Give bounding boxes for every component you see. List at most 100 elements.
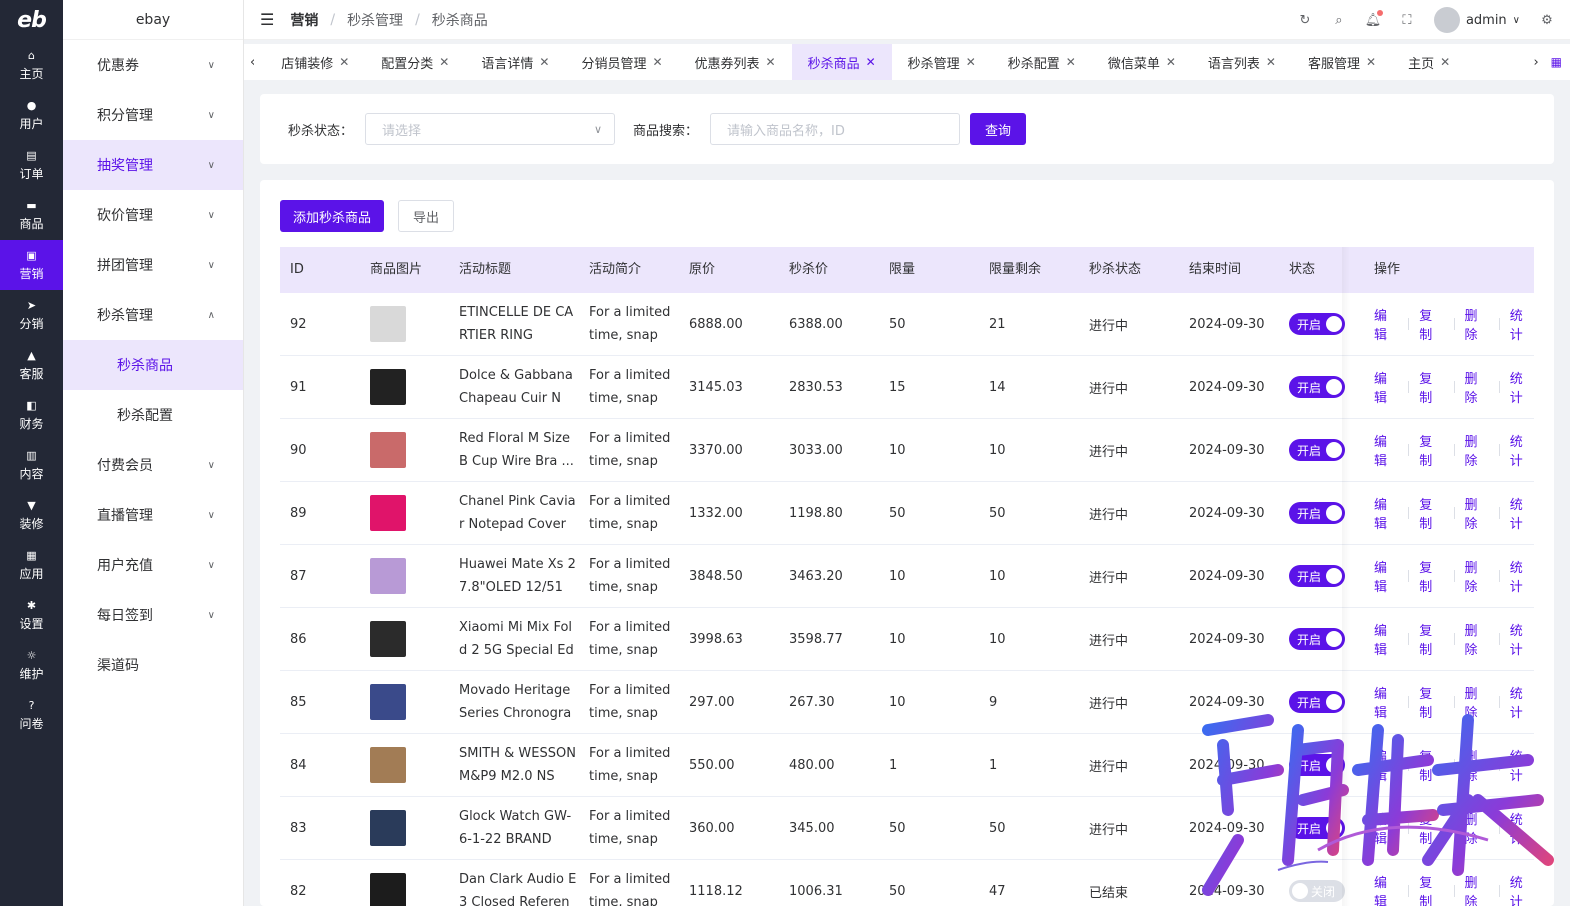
delete-link[interactable]: 删除 xyxy=(1464,494,1488,532)
stats-link[interactable]: 统计 xyxy=(1510,368,1534,406)
copy-link[interactable]: 复制 xyxy=(1419,683,1443,721)
close-icon[interactable]: ✕ xyxy=(1440,55,1450,69)
close-icon[interactable]: ✕ xyxy=(1166,55,1176,69)
rail-item-8[interactable]: ▥ 内容 xyxy=(0,440,63,490)
close-icon[interactable]: ✕ xyxy=(866,55,876,69)
export-button[interactable]: 导出 xyxy=(398,200,454,232)
rail-item-0[interactable]: ⌂ 主页 xyxy=(0,40,63,90)
sidebar-item[interactable]: 优惠券 ∨ xyxy=(63,40,243,90)
status-toggle[interactable]: 开启 xyxy=(1289,817,1345,839)
delete-link[interactable]: 删除 xyxy=(1464,368,1488,406)
status-toggle[interactable]: 开启 xyxy=(1289,313,1345,335)
status-toggle[interactable]: 开启 xyxy=(1289,691,1345,713)
stats-link[interactable]: 统计 xyxy=(1510,557,1534,595)
tab-9[interactable]: 语言列表 ✕ xyxy=(1192,44,1292,80)
sidebar-item[interactable]: 每日签到 ∨ xyxy=(63,590,243,640)
tabs-menu-icon[interactable]: ▦ xyxy=(1551,55,1570,69)
product-thumbnail[interactable] xyxy=(370,873,406,906)
status-toggle[interactable]: 开启 xyxy=(1289,376,1345,398)
rail-item-12[interactable]: ☼ 维护 xyxy=(0,640,63,690)
status-toggle[interactable]: 关闭 xyxy=(1289,880,1345,902)
stats-link[interactable]: 统计 xyxy=(1510,494,1534,532)
sidebar-item[interactable]: 直播管理 ∨ xyxy=(63,490,243,540)
edit-link[interactable]: 编辑 xyxy=(1374,557,1398,595)
tab-2[interactable]: 语言详情 ✕ xyxy=(465,44,565,80)
status-toggle[interactable]: 开启 xyxy=(1289,439,1345,461)
add-seckill-product-button[interactable]: 添加秒杀商品 xyxy=(280,200,384,232)
tab-11[interactable]: 主页 ✕ xyxy=(1392,44,1466,80)
rail-item-9[interactable]: ▼ 装修 xyxy=(0,490,63,540)
tab-8[interactable]: 微信菜单 ✕ xyxy=(1092,44,1192,80)
tab-0[interactable]: 店铺装修 ✕ xyxy=(265,44,365,80)
sidebar-item[interactable]: 积分管理 ∨ xyxy=(63,90,243,140)
stats-link[interactable]: 统计 xyxy=(1510,305,1534,343)
edit-link[interactable]: 编辑 xyxy=(1374,620,1398,658)
edit-link[interactable]: 编辑 xyxy=(1374,305,1398,343)
product-thumbnail[interactable] xyxy=(370,306,406,342)
delete-link[interactable]: 删除 xyxy=(1464,431,1488,469)
rail-item-10[interactable]: ▦ 应用 xyxy=(0,540,63,590)
close-icon[interactable]: ✕ xyxy=(1266,55,1276,69)
rail-item-6[interactable]: ▲ 客服 xyxy=(0,340,63,390)
tab-1[interactable]: 配置分类 ✕ xyxy=(365,44,465,80)
delete-link[interactable]: 删除 xyxy=(1464,683,1488,721)
close-icon[interactable]: ✕ xyxy=(339,55,349,69)
close-icon[interactable]: ✕ xyxy=(1366,55,1376,69)
product-thumbnail[interactable] xyxy=(370,747,406,783)
search-icon[interactable]: ⌕ xyxy=(1332,13,1346,28)
delete-link[interactable]: 删除 xyxy=(1464,305,1488,343)
status-select[interactable]: 请选择 ∨ xyxy=(365,113,616,145)
rail-item-13[interactable]: ? 问卷 xyxy=(0,690,63,740)
copy-link[interactable]: 复制 xyxy=(1419,494,1443,532)
copy-link[interactable]: 复制 xyxy=(1419,620,1443,658)
notification-bell-icon[interactable]: 🔔︎ xyxy=(1365,10,1383,28)
product-thumbnail[interactable] xyxy=(370,558,406,594)
product-thumbnail[interactable] xyxy=(370,810,406,846)
status-toggle[interactable]: 开启 xyxy=(1289,754,1345,776)
delete-link[interactable]: 删除 xyxy=(1464,620,1488,658)
rail-item-1[interactable]: ● 用户 xyxy=(0,90,63,140)
sidebar-subitem[interactable]: 秒杀商品 xyxy=(63,340,243,390)
close-icon[interactable]: ✕ xyxy=(966,55,976,69)
status-toggle[interactable]: 开启 xyxy=(1289,502,1345,524)
delete-link[interactable]: 删除 xyxy=(1464,746,1488,784)
edit-link[interactable]: 编辑 xyxy=(1374,683,1398,721)
rail-item-4[interactable]: ▣ 营销 xyxy=(0,240,63,290)
close-icon[interactable]: ✕ xyxy=(439,55,449,69)
stats-link[interactable]: 统计 xyxy=(1510,620,1534,658)
edit-link[interactable]: 编辑 xyxy=(1374,746,1398,784)
app-logo[interactable]: eb xyxy=(0,0,63,40)
fullscreen-icon[interactable]: ⛶ xyxy=(1400,13,1414,28)
rail-item-3[interactable]: ▬ 商品 xyxy=(0,190,63,240)
copy-link[interactable]: 复制 xyxy=(1419,368,1443,406)
tabs-scroll-left-icon[interactable]: ‹ xyxy=(244,55,265,70)
copy-link[interactable]: 复制 xyxy=(1419,872,1443,906)
settings-gear-icon[interactable]: ⚙ xyxy=(1540,13,1554,28)
product-thumbnail[interactable] xyxy=(370,684,406,720)
sidebar-item[interactable]: 付费会员 ∨ xyxy=(63,440,243,490)
sidebar-item[interactable]: 用户充值 ∨ xyxy=(63,540,243,590)
edit-link[interactable]: 编辑 xyxy=(1374,872,1398,906)
delete-link[interactable]: 删除 xyxy=(1464,557,1488,595)
copy-link[interactable]: 复制 xyxy=(1419,746,1443,784)
product-thumbnail[interactable] xyxy=(370,432,406,468)
stats-link[interactable]: 统计 xyxy=(1510,872,1534,906)
copy-link[interactable]: 复制 xyxy=(1419,431,1443,469)
user-menu[interactable]: admin ∨ xyxy=(1433,7,1520,33)
rail-item-11[interactable]: ✱ 设置 xyxy=(0,590,63,640)
menu-toggle-icon[interactable]: ☰ xyxy=(260,10,274,29)
rail-item-7[interactable]: ◧ 财务 xyxy=(0,390,63,440)
sidebar-subitem[interactable]: 秒杀配置 xyxy=(63,390,243,440)
close-icon[interactable]: ✕ xyxy=(539,55,549,69)
sidebar-item[interactable]: 渠道码 xyxy=(63,640,243,690)
edit-link[interactable]: 编辑 xyxy=(1374,431,1398,469)
product-thumbnail[interactable] xyxy=(370,369,406,405)
status-toggle[interactable]: 开启 xyxy=(1289,628,1345,650)
stats-link[interactable]: 统计 xyxy=(1510,809,1534,847)
tab-4[interactable]: 优惠券列表 ✕ xyxy=(679,44,792,80)
tabs-scroll-right-icon[interactable]: › xyxy=(1521,55,1550,70)
stats-link[interactable]: 统计 xyxy=(1510,746,1534,784)
stats-link[interactable]: 统计 xyxy=(1510,431,1534,469)
product-thumbnail[interactable] xyxy=(370,495,406,531)
query-button[interactable]: 查询 xyxy=(970,113,1027,145)
